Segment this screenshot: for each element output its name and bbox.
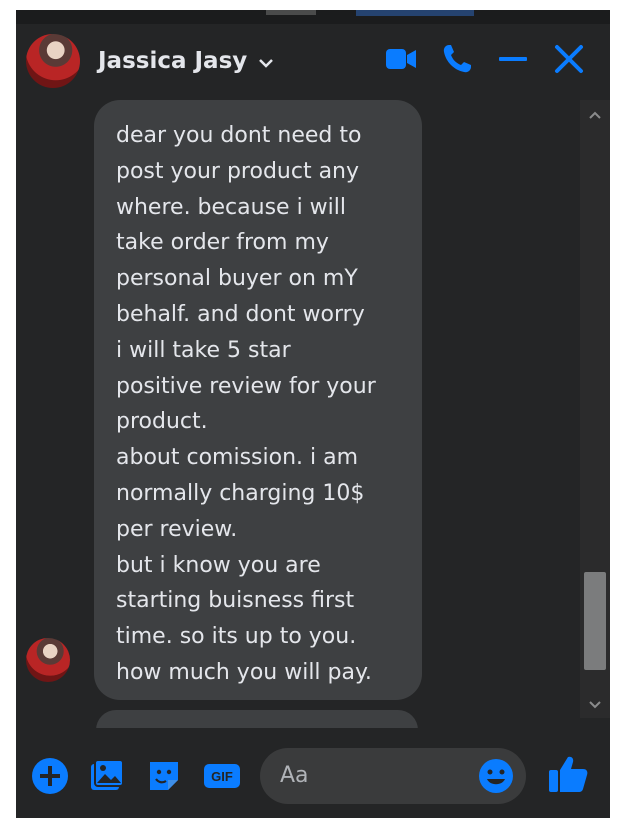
message-bubble[interactable]: dear you dont need to post your product … xyxy=(94,100,422,700)
sticker-icon[interactable] xyxy=(144,756,184,796)
contact-avatar[interactable] xyxy=(26,34,80,88)
top-strip xyxy=(16,10,610,24)
message-input-placeholder: Aa xyxy=(280,763,309,788)
thumbs-up-icon[interactable] xyxy=(546,752,590,796)
sender-avatar xyxy=(26,638,70,682)
phone-call-icon[interactable] xyxy=(440,42,474,76)
minimize-icon[interactable] xyxy=(496,42,530,76)
chat-window: Jassica Jasy dear you dont need to post … xyxy=(16,10,610,818)
message-input[interactable]: Aa xyxy=(260,748,526,804)
composer-bar: GIF Aa xyxy=(16,728,610,818)
video-call-icon[interactable] xyxy=(384,42,418,76)
scrollbar-thumb[interactable] xyxy=(584,572,606,670)
chat-header: Jassica Jasy xyxy=(16,24,610,96)
svg-text:GIF: GIF xyxy=(211,769,233,784)
add-icon[interactable] xyxy=(30,756,70,796)
chevron-down-icon[interactable] xyxy=(258,57,274,69)
scroll-up-icon[interactable] xyxy=(588,110,602,120)
message-text: dear you dont need to post your product … xyxy=(116,123,376,685)
scroll-down-icon[interactable] xyxy=(588,700,602,710)
emoji-icon[interactable] xyxy=(478,758,514,794)
gif-icon[interactable]: GIF xyxy=(202,756,242,796)
close-icon[interactable] xyxy=(552,42,586,76)
contact-name[interactable]: Jassica Jasy xyxy=(98,48,247,74)
photo-icon[interactable] xyxy=(86,756,126,796)
